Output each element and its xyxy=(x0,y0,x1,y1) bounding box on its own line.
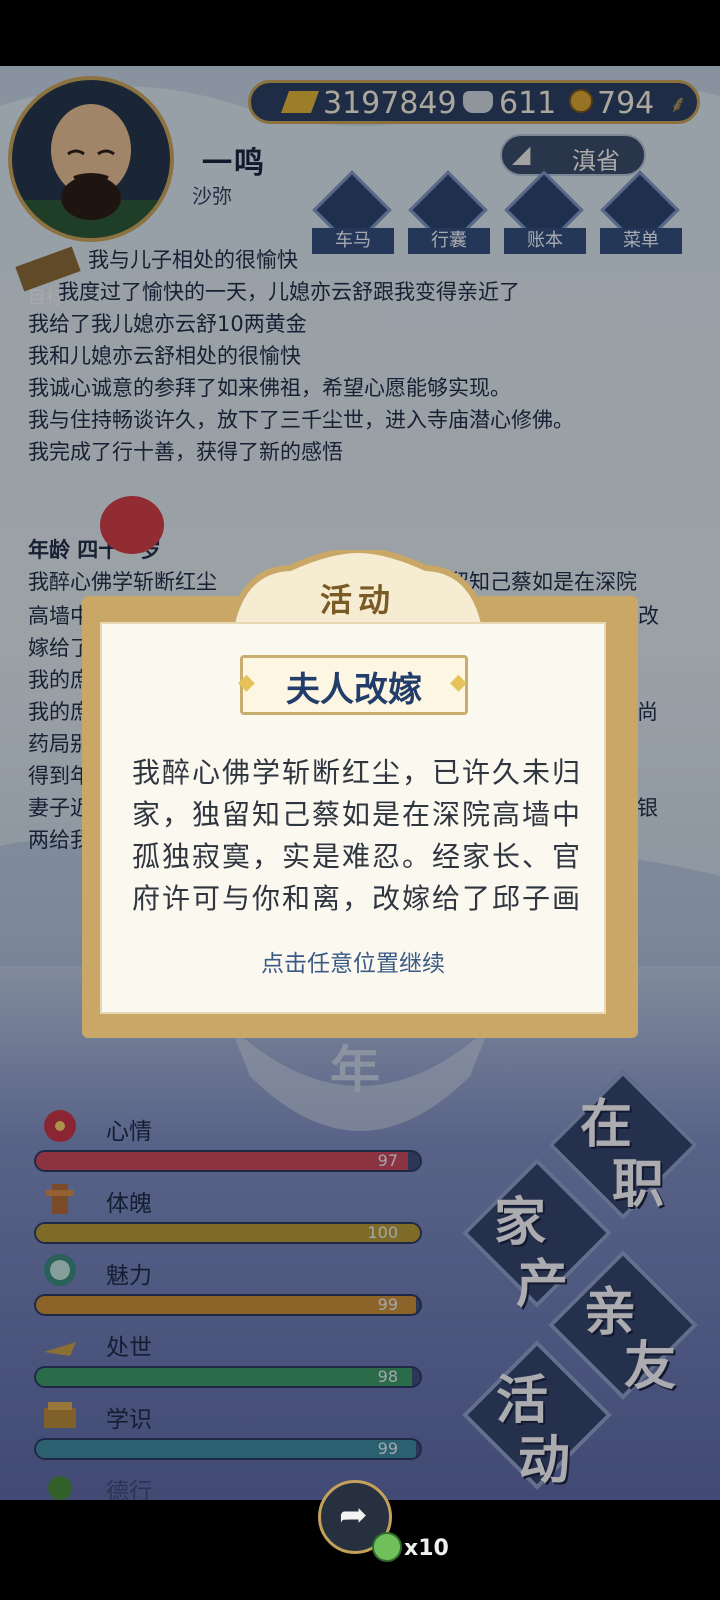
event-description: 我醉心佛学斩断红尘，已许久未归家，独留知己蔡如是在深院高墙中孤独寂寞，实是难忍。… xyxy=(132,756,583,915)
continue-hint[interactable]: 点击任意位置继续 xyxy=(100,944,606,978)
modal-title: 活动 xyxy=(319,581,396,619)
jade-token-icon xyxy=(372,1532,402,1562)
event-title: 夫人改嫁 xyxy=(286,670,422,710)
share-arrow-icon: ➦ xyxy=(339,1495,368,1535)
share-reward-count: x10 xyxy=(404,1536,449,1561)
